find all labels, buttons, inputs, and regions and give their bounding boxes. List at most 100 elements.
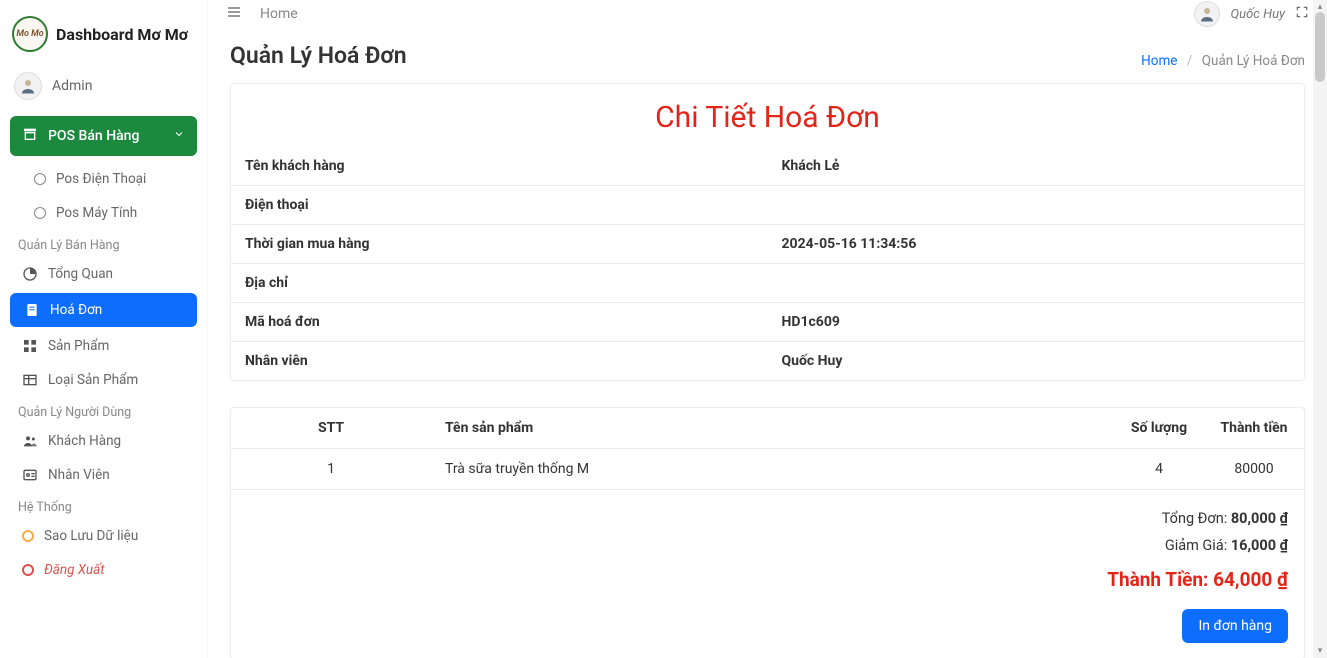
info-value: 2024-05-16 11:34:56 bbox=[782, 236, 917, 252]
circle-icon bbox=[34, 207, 46, 219]
sidebar-user[interactable]: Admin bbox=[0, 62, 207, 116]
nav-customer-label: Khách Hàng bbox=[48, 433, 121, 449]
discount-row: Giảm Giá: 16,000 ₫ bbox=[247, 537, 1288, 554]
table-row: 1 Trà sữa truyền thống M 4 80000 bbox=[231, 449, 1304, 490]
info-row-address: Địa chỉ bbox=[231, 264, 1304, 303]
breadcrumb: Home / Quản Lý Hoá Đơn bbox=[1141, 53, 1305, 69]
discount-label: Giảm Giá: bbox=[1165, 537, 1227, 554]
page-title: Quản Lý Hoá Đơn bbox=[230, 42, 407, 69]
topbar: Home Quốc Huy bbox=[208, 0, 1327, 28]
brand: Mo Mo Dashboard Mơ Mơ bbox=[0, 0, 207, 62]
scroll-down-icon[interactable]: ▾ bbox=[1313, 644, 1327, 658]
nav-overview[interactable]: Tổng Quan bbox=[0, 257, 207, 291]
subtotal-label: Tổng Đơn: bbox=[1162, 510, 1228, 527]
grand-value: 64,000 ₫ bbox=[1213, 568, 1288, 591]
nav-staff[interactable]: Nhân Viên bbox=[0, 458, 207, 492]
cell-name: Trà sữa truyền thống M bbox=[431, 449, 1114, 490]
id-icon bbox=[22, 467, 38, 483]
info-label: Mã hoá đơn bbox=[231, 303, 768, 342]
nav-pos-phone[interactable]: Pos Điện Thoại bbox=[0, 162, 207, 196]
menu-toggle-icon[interactable] bbox=[226, 4, 242, 24]
gauge-icon bbox=[22, 266, 38, 282]
subtotal-row: Tổng Đơn: 80,000 ₫ bbox=[247, 510, 1288, 527]
col-qty: Số lượng bbox=[1114, 408, 1204, 449]
nav-overview-label: Tổng Quan bbox=[48, 266, 113, 282]
info-table: Tên khách hàng Khách Lẻ Điện thoại Thời … bbox=[231, 147, 1304, 380]
grand-label: Thành Tiền: bbox=[1107, 568, 1208, 591]
nav-product-label: Sản Phẩm bbox=[48, 338, 109, 354]
circle-icon bbox=[34, 173, 46, 185]
section-sales: Quản Lý Bán Hàng bbox=[0, 230, 207, 257]
detail-title: Chi Tiết Hoá Đơn bbox=[231, 84, 1304, 147]
info-label: Nhân viên bbox=[231, 342, 768, 381]
breadcrumb-sep: / bbox=[1187, 53, 1193, 69]
avatar[interactable] bbox=[1194, 1, 1220, 27]
print-button[interactable]: In đơn hàng bbox=[1182, 609, 1288, 643]
discount-value: 16,000 ₫ bbox=[1231, 537, 1288, 554]
cell-amount: 80000 bbox=[1204, 449, 1304, 490]
nav-category[interactable]: Loại Sản Phẩm bbox=[0, 363, 207, 397]
info-row-time: Thời gian mua hàng 2024-05-16 11:34:56 bbox=[231, 225, 1304, 264]
invoice-items-card: STT Tên sản phẩm Số lượng Thành tiền 1 T… bbox=[230, 407, 1305, 658]
sidebar-user-role: Admin bbox=[52, 78, 92, 94]
nav-backup[interactable]: Sao Lưu Dữ liệu bbox=[0, 519, 207, 553]
info-label: Tên khách hàng bbox=[231, 147, 768, 186]
nav-pos-pc-label: Pos Máy Tính bbox=[56, 205, 137, 221]
info-value: Khách Lẻ bbox=[782, 158, 840, 174]
circle-icon bbox=[22, 564, 34, 576]
nav-invoice[interactable]: Hoá Đơn bbox=[10, 293, 197, 327]
info-label: Thời gian mua hàng bbox=[231, 225, 768, 264]
totals: Tổng Đơn: 80,000 ₫ Giảm Giá: 16,000 ₫ Th… bbox=[231, 490, 1304, 591]
grid-icon bbox=[22, 338, 38, 354]
chevron-down-icon bbox=[173, 128, 185, 144]
brand-title: Dashboard Mơ Mơ bbox=[56, 25, 188, 44]
nav-pos-phone-label: Pos Điện Thoại bbox=[56, 171, 146, 187]
fullscreen-icon[interactable] bbox=[1295, 5, 1309, 23]
info-label: Điện thoại bbox=[231, 186, 768, 225]
clipboard-icon bbox=[24, 302, 40, 318]
avatar-icon bbox=[14, 72, 42, 100]
grand-row: Thành Tiền: 64,000 ₫ bbox=[247, 568, 1288, 591]
top-breadcrumb[interactable]: Home bbox=[260, 6, 298, 22]
brand-logo: Mo Mo bbox=[12, 16, 48, 52]
nav-category-label: Loại Sản Phẩm bbox=[48, 372, 138, 388]
subtotal-value: 80,000 ₫ bbox=[1231, 510, 1288, 527]
section-system: Hệ Thống bbox=[0, 492, 207, 519]
nav-logout-label: Đăng Xuất bbox=[44, 562, 105, 578]
info-row-code: Mã hoá đơn HD1c609 bbox=[231, 303, 1304, 342]
info-value: Quốc Huy bbox=[782, 353, 843, 369]
col-stt: STT bbox=[231, 408, 431, 449]
page-header: Quản Lý Hoá Đơn Home / Quản Lý Hoá Đơn bbox=[230, 42, 1305, 69]
nav-invoice-label: Hoá Đơn bbox=[50, 302, 102, 318]
breadcrumb-home[interactable]: Home bbox=[1141, 53, 1177, 69]
info-row-staff: Nhân viên Quốc Huy bbox=[231, 342, 1304, 381]
sidebar: Mo Mo Dashboard Mơ Mơ Admin POS Bán Hàng… bbox=[0, 0, 208, 658]
nav-group-pos-label: POS Bán Hàng bbox=[48, 128, 139, 144]
info-row-customer: Tên khách hàng Khách Lẻ bbox=[231, 147, 1304, 186]
breadcrumb-current: Quản Lý Hoá Đơn bbox=[1202, 53, 1305, 69]
section-users: Quản Lý Người Dùng bbox=[0, 397, 207, 424]
col-amount: Thành tiền bbox=[1204, 408, 1304, 449]
nav-pos-pc[interactable]: Pos Máy Tính bbox=[0, 196, 207, 230]
store-icon bbox=[22, 126, 38, 146]
topbar-username[interactable]: Quốc Huy bbox=[1230, 7, 1285, 22]
cell-stt: 1 bbox=[231, 449, 431, 490]
nav-staff-label: Nhân Viên bbox=[48, 467, 110, 483]
page-scrollbar[interactable]: ▴ ▾ bbox=[1313, 0, 1327, 658]
nav-product[interactable]: Sản Phẩm bbox=[0, 329, 207, 363]
info-row-phone: Điện thoại bbox=[231, 186, 1304, 225]
info-value: HD1c609 bbox=[782, 314, 840, 330]
col-name: Tên sản phẩm bbox=[431, 408, 1114, 449]
nav-group-pos[interactable]: POS Bán Hàng bbox=[10, 116, 197, 156]
table-icon bbox=[22, 372, 38, 388]
info-label: Địa chỉ bbox=[231, 264, 768, 303]
cell-qty: 4 bbox=[1114, 449, 1204, 490]
items-table: STT Tên sản phẩm Số lượng Thành tiền 1 T… bbox=[231, 408, 1304, 490]
invoice-info-card: Chi Tiết Hoá Đơn Tên khách hàng Khách Lẻ… bbox=[230, 83, 1305, 381]
circle-icon bbox=[22, 530, 34, 542]
nav-logout[interactable]: Đăng Xuất bbox=[0, 553, 207, 587]
users-icon bbox=[22, 433, 38, 449]
nav-customer[interactable]: Khách Hàng bbox=[0, 424, 207, 458]
scroll-thumb[interactable] bbox=[1315, 12, 1325, 82]
nav-backup-label: Sao Lưu Dữ liệu bbox=[44, 528, 138, 544]
